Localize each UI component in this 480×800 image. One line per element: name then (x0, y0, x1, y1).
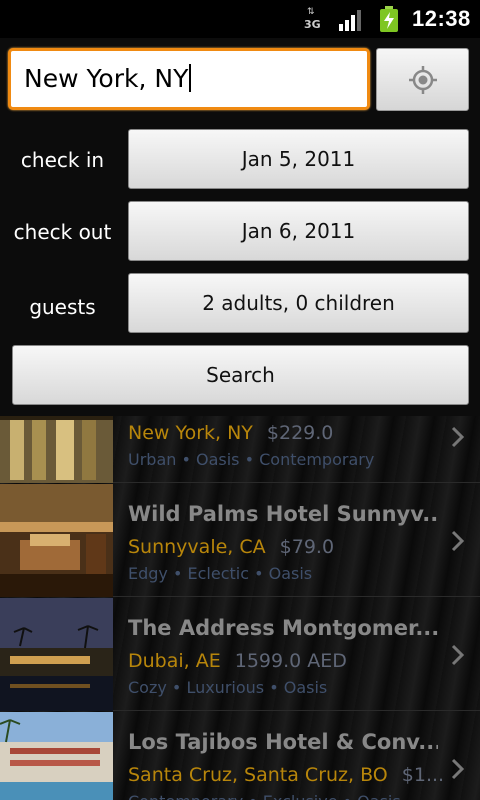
network-label: 3G (304, 18, 321, 31)
search-form: New York, NY check in Jan 5, 2011 check … (0, 38, 480, 416)
hotel-location-text: Santa Cruz, Santa Cruz, BO (128, 764, 388, 786)
check-in-label: check in (20, 148, 105, 172)
chevron-right-icon (451, 758, 465, 780)
hotel-thumbnail (0, 598, 113, 711)
hotel-thumbnail (0, 416, 113, 483)
clock: 12:38 (412, 6, 471, 31)
hotel-price: 1599.0 AED (234, 650, 347, 672)
list-item[interactable]: Wild Palms Hotel Sunnyv... Sunnyvale, CA… (0, 484, 480, 597)
hotel-location: Sunnyvale, CA $79.0 (128, 536, 334, 558)
gps-locate-button[interactable] (376, 48, 469, 111)
hotel-location-text: Dubai, AE (128, 650, 221, 672)
hotel-location-text: Sunnyvale, CA (128, 536, 266, 558)
gps-locate-icon (409, 66, 437, 94)
hotel-tags: Urban • Oasis • Contemporary (128, 450, 375, 469)
list-item[interactable]: The Address Montgomer... Dubai, AE 1599.0… (0, 598, 480, 711)
hotel-price: $79.0 (279, 536, 335, 558)
chevron-right-icon (451, 426, 465, 448)
hotel-location: Dubai, AE 1599.0 AED (128, 650, 347, 672)
location-input[interactable]: New York, NY (8, 48, 370, 110)
list-item[interactable]: Los Tajibos Hotel & Conv... Santa Cruz, … (0, 712, 480, 800)
battery-charging-icon (380, 6, 398, 32)
hotel-tags: Cozy • Luxurious • Oasis (128, 678, 328, 697)
location-input-text: New York, NY (24, 64, 189, 93)
check-out-button[interactable]: Jan 6, 2011 (128, 201, 469, 261)
hotel-name: The Address Montgomer... (128, 616, 438, 640)
hotel-name: Wild Palms Hotel Sunnyv... (128, 502, 438, 526)
hotel-tags: Contemporary • Exclusive • Oasis (128, 792, 401, 800)
text-caret (189, 64, 192, 92)
chevron-right-icon (451, 644, 465, 666)
check-out-label: check out (13, 220, 112, 244)
search-button[interactable]: Search (12, 345, 469, 405)
hotel-thumbnail (0, 484, 113, 597)
hotel-thumbnail (0, 712, 113, 800)
hotel-location: Santa Cruz, Santa Cruz, BO $1... (128, 764, 444, 786)
signal-bars-icon (339, 10, 361, 31)
hotel-location: New York, NY $229.0 (128, 422, 333, 444)
hotel-list[interactable]: New York, NY $229.0 Urban • Oasis • Conte… (0, 416, 480, 800)
list-item[interactable]: New York, NY $229.0 Urban • Oasis • Conte… (0, 416, 480, 483)
hotel-price: $1... (401, 764, 445, 786)
chevron-right-icon (451, 530, 465, 552)
check-in-button[interactable]: Jan 5, 2011 (128, 129, 469, 189)
hotel-location-text: New York, NY (128, 422, 253, 444)
status-bar: ⇅ 3G 12:38 (0, 0, 480, 38)
hotel-name: Los Tajibos Hotel & Conv... (128, 730, 438, 754)
guests-button[interactable]: 2 adults, 0 children (128, 273, 469, 333)
network-3g-icon: ⇅ 3G (304, 7, 321, 32)
guests-label: guests (29, 295, 96, 319)
hotel-tags: Edgy • Eclectic • Oasis (128, 564, 313, 583)
hotel-price: $229.0 (266, 422, 334, 444)
